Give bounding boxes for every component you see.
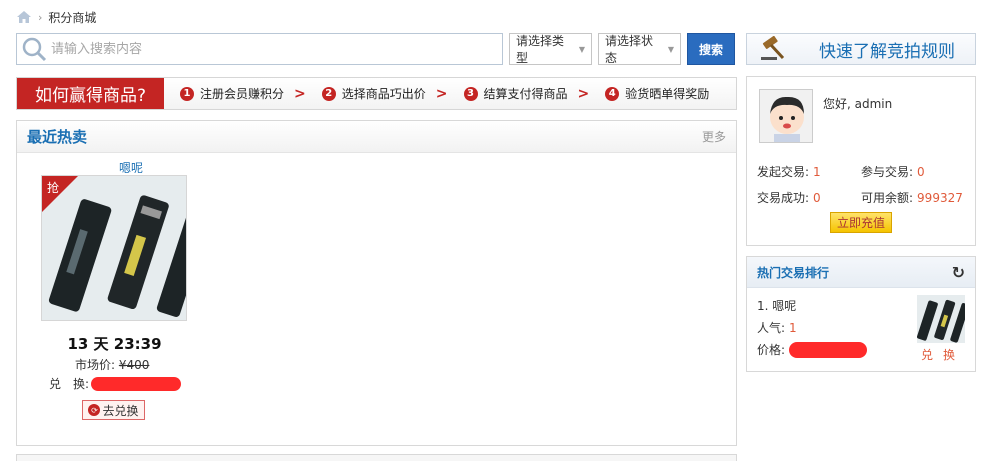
hot-item-thumbnail[interactable] [917,295,965,343]
search-button[interactable]: 搜索 [687,33,735,65]
exchange-label: 兑 换: [49,377,90,391]
search-icon [22,37,47,62]
chevron-right-icon: > [294,85,306,102]
step-3: 3 结算支付得商品 > [463,85,590,102]
hot-ranking-panel: 热门交易排行 ↻ 1. 嗯呢 人气: 1 价格: 兑换 [746,256,976,372]
chevron-right-icon: > [577,85,590,102]
go-exchange-label: 去兑换 [102,403,139,418]
stat-label: 发起交易: [757,165,810,179]
go-exchange-button[interactable]: ⟳ 去兑换 [82,400,145,420]
product-name[interactable]: 嗯呢 [101,159,161,176]
hot-ranking-title: 热门交易排行 [757,265,830,280]
how-to-win-title: 如何赢得商品? [17,78,164,109]
step-number: 2 [321,86,336,101]
redaction-mark [91,376,182,391]
step-label: 选择商品巧出价 [341,87,426,101]
hot-item-name[interactable]: 1. 嗯呢 [757,297,796,314]
next-panel-edge [16,454,737,461]
countdown: 13 天 23:39 [67,335,162,353]
chevron-right-icon: > [435,85,448,102]
redaction-mark [789,341,868,358]
exchange-icon: ⟳ [88,404,101,416]
hot-item-price: 价格: [757,341,868,358]
chevron-right-icon: › [38,10,43,24]
gavel-icon [761,36,785,60]
step-number: 1 [180,86,194,101]
grab-badge: 抢 [47,181,60,195]
search-box [16,33,503,65]
step-number: 3 [463,86,478,101]
hot-item-popularity: 人气: 1 [757,319,797,336]
step-1: 1 注册会员赚积分 > [180,85,306,102]
stat-value: 1 [813,165,821,179]
step-4: 4 验货晒单得奖励 [605,85,709,102]
how-to-win-bar: 如何赢得商品? 1 注册会员赚积分 > 2 选择商品巧出价 > 3 结算支付得商… [16,77,737,110]
status-select[interactable]: 请选择状态 ▼ [598,33,681,65]
chevron-down-icon: ▼ [578,44,585,54]
stat-value: 999327 [917,191,963,205]
market-price: 市场价: ¥400 [75,356,149,373]
market-price-value: ¥400 [118,358,150,372]
home-icon[interactable] [16,10,32,24]
price-label: 价格: [757,343,786,357]
stat-participated: 参与交易: 0 [861,163,925,180]
popularity-label: 人气: [757,321,786,335]
auction-rules-label: 快速了解竞拍规则 [819,41,955,62]
exchange-price: 兑 换: [49,375,182,392]
step-2: 2 选择商品巧出价 > [321,85,448,102]
stat-initiated: 发起交易: 1 [757,163,821,180]
user-card: 您好, admin 发起交易: 1 参与交易: 0 交易成功: 0 可用余额: 9993… [746,76,976,246]
avatar[interactable] [759,89,813,143]
stat-label: 交易成功: [757,191,810,205]
hot-ranking-header: 热门交易排行 ↻ [747,257,975,288]
auction-rules-button[interactable]: 快速了解竞拍规则 [746,33,976,65]
user-greeting: 您好, admin [823,97,893,111]
product-image[interactable]: 抢 [41,175,187,321]
more-link[interactable]: 更多 [702,128,726,145]
recent-hot-panel: 最近热卖 更多 嗯呢 抢 13 天 23:39 市场价: ¥400 兑 换: ⟳… [16,120,737,446]
chevron-down-icon: ▼ [667,44,674,54]
step-number: 4 [605,86,620,101]
popularity-value: 1 [789,321,797,335]
stat-balance: 可用余额: 999327 [861,189,963,206]
stat-value: 0 [917,165,925,179]
type-select[interactable]: 请选择类型 ▼ [509,33,592,65]
breadcrumb-current[interactable]: 积分商城 [48,9,96,26]
step-label: 结算支付得商品 [483,87,568,101]
recent-hot-title: 最近热卖 [27,128,88,146]
stat-success: 交易成功: 0 [757,189,821,206]
status-select-value: 请选择状态 [605,34,654,65]
recharge-button[interactable]: 立即充值 [830,212,892,233]
market-price-label: 市场价: [75,358,119,372]
step-label: 注册会员赚积分 [200,87,285,101]
search-input[interactable] [51,35,491,63]
stat-value: 0 [813,191,821,205]
step-label: 验货晒单得奖励 [625,87,710,101]
recent-hot-header: 最近热卖 更多 [17,121,736,153]
type-select-value: 请选择类型 [516,34,565,65]
stat-label: 可用余额: [861,191,914,205]
breadcrumb: › 积分商城 [16,8,96,26]
stat-label: 参与交易: [861,165,914,179]
refresh-icon[interactable]: ↻ [952,263,965,282]
hot-exchange-link[interactable]: 兑换 [921,346,965,363]
